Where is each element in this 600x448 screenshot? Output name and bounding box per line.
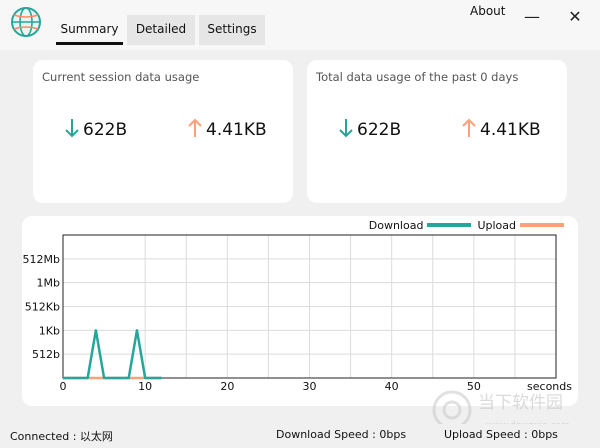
x-tick-label: 20 [220, 380, 234, 393]
total-usage-card: Total data usage of the past 0 days 622B… [307, 60, 567, 203]
globe-logo-icon [11, 7, 41, 37]
y-tick-label: 512Kb [25, 301, 60, 314]
total-download-value: 622B [357, 120, 402, 140]
y-tick-label: 1Kb [39, 324, 60, 337]
close-button[interactable]: ✕ [564, 6, 586, 28]
session-download-value: 622B [83, 120, 128, 140]
x-tick-label: 10 [138, 380, 152, 393]
download-speed-status: Download Speed : 0bps [276, 428, 407, 441]
session-usage-card: Current session data usage 622B 4.41KB [33, 60, 293, 203]
minimize-button[interactable]: — [521, 6, 543, 28]
download-arrow-icon [65, 119, 79, 138]
total-download-metric: 622B [339, 118, 401, 140]
upload-speed-status: Upload Speed : 0bps [444, 428, 558, 441]
session-upload-value: 4.41KB [206, 120, 267, 140]
upload-arrow-icon [188, 118, 202, 137]
y-tick-label: 1Mb [37, 277, 60, 290]
status-bar: Connected : 以太网 Download Speed : 0bps Up… [0, 424, 600, 448]
about-button[interactable]: About [470, 4, 505, 18]
connection-status: Connected : 以太网 [10, 430, 113, 443]
session-download-metric: 622B [65, 118, 127, 140]
session-usage-title: Current session data usage [42, 70, 200, 84]
session-upload-metric: 4.41KB [188, 118, 267, 140]
title-bar: Summary Detailed Settings About — ✕ [0, 0, 600, 50]
tab-summary[interactable]: Summary [56, 15, 123, 45]
tab-detailed[interactable]: Detailed [127, 15, 195, 45]
total-upload-metric: 4.41KB [462, 118, 541, 140]
x-tick-label: 30 [303, 380, 317, 393]
x-tick-label: 0 [60, 380, 67, 393]
download-arrow-icon [339, 119, 353, 138]
total-usage-title: Total data usage of the past 0 days [316, 70, 519, 84]
total-upload-value: 4.41KB [480, 120, 541, 140]
tab-settings[interactable]: Settings [199, 15, 265, 45]
upload-arrow-icon [462, 118, 476, 137]
watermark-text: 当下软件园 [478, 393, 563, 413]
y-tick-label: 512Mb [23, 253, 60, 266]
x-tick-label: 40 [385, 380, 399, 393]
speed-line-chart: 512b1Kb512Kb1Mb512Mb0 10 20 30 40 50 seconds [23, 234, 572, 393]
speed-chart-card: Download Upload 512b 1Kb 512Kb 1Mb 512Mb 0 10 20… [22, 216, 578, 406]
y-tick-label: 512b [32, 348, 60, 361]
